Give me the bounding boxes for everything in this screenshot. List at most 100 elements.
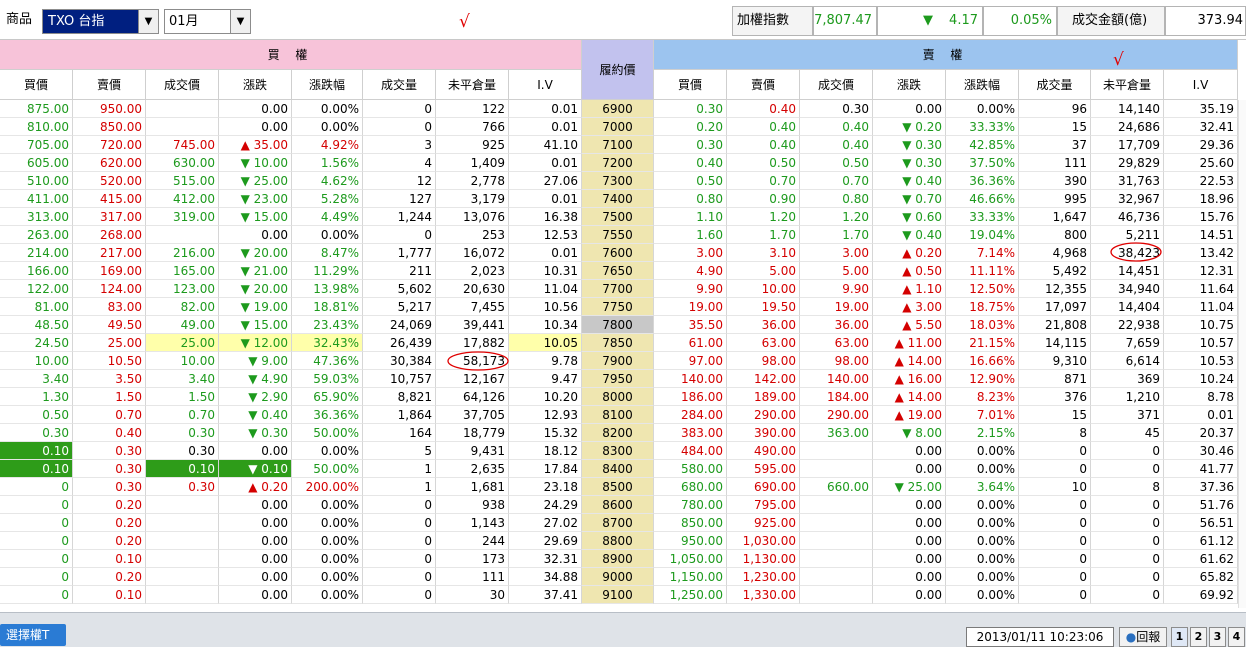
call-col-header-volume[interactable]: 成交量 <box>363 70 436 100</box>
put-volume[interactable]: 390 <box>1019 172 1091 190</box>
call-change[interactable]: ▼ 20.00 <box>219 280 292 298</box>
put-volume[interactable]: 0 <box>1019 442 1091 460</box>
page-2-button[interactable]: 2 <box>1190 627 1207 647</box>
call-open-interest[interactable]: 18,779 <box>436 424 509 442</box>
call-change[interactable]: 0.00 <box>219 442 292 460</box>
put-change-pct[interactable]: 0.00% <box>946 496 1019 514</box>
call-iv[interactable]: 15.32 <box>509 424 582 442</box>
put-last[interactable]: 0.40 <box>800 136 873 154</box>
put-change-pct[interactable]: 0.00% <box>946 100 1019 118</box>
call-change-pct[interactable]: 13.98% <box>292 280 363 298</box>
call-change-pct[interactable]: 0.00% <box>292 586 363 604</box>
put-change-pct[interactable]: 11.11% <box>946 262 1019 280</box>
call-ask[interactable]: 83.00 <box>73 298 146 316</box>
put-last[interactable]: 3.00 <box>800 244 873 262</box>
put-iv[interactable]: 20.37 <box>1164 424 1238 442</box>
put-open-interest[interactable]: 0 <box>1091 460 1164 478</box>
put-volume[interactable]: 0 <box>1019 568 1091 586</box>
call-last[interactable]: 216.00 <box>146 244 219 262</box>
call-change-pct[interactable]: 36.36% <box>292 406 363 424</box>
call-last[interactable] <box>146 586 219 604</box>
put-iv[interactable]: 10.57 <box>1164 334 1238 352</box>
call-ask[interactable]: 217.00 <box>73 244 146 262</box>
call-ask[interactable]: 0.30 <box>73 442 146 460</box>
put-change-pct[interactable]: 21.15% <box>946 334 1019 352</box>
call-open-interest[interactable]: 17,882 <box>436 334 509 352</box>
call-volume[interactable]: 1,777 <box>363 244 436 262</box>
put-bid[interactable]: 950.00 <box>654 532 727 550</box>
call-open-interest[interactable]: 173 <box>436 550 509 568</box>
call-last[interactable]: 515.00 <box>146 172 219 190</box>
put-bid[interactable]: 1,250.00 <box>654 586 727 604</box>
call-change[interactable]: ▼ 4.90 <box>219 370 292 388</box>
call-change[interactable]: ▲ 0.20 <box>219 478 292 496</box>
put-open-interest[interactable]: 1,210 <box>1091 388 1164 406</box>
put-bid[interactable]: 1,050.00 <box>654 550 727 568</box>
put-volume[interactable]: 800 <box>1019 226 1091 244</box>
call-volume[interactable]: 0 <box>363 514 436 532</box>
call-ask[interactable]: 10.50 <box>73 352 146 370</box>
put-change-pct[interactable]: 0.00% <box>946 442 1019 460</box>
put-ask[interactable]: 0.70 <box>727 172 800 190</box>
put-bid[interactable]: 97.00 <box>654 352 727 370</box>
put-volume[interactable]: 10 <box>1019 478 1091 496</box>
call-open-interest[interactable]: 2,635 <box>436 460 509 478</box>
put-volume[interactable]: 0 <box>1019 496 1091 514</box>
call-volume[interactable]: 10,757 <box>363 370 436 388</box>
put-open-interest[interactable]: 6,614 <box>1091 352 1164 370</box>
call-iv[interactable]: 11.04 <box>509 280 582 298</box>
call-ask[interactable]: 0.70 <box>73 406 146 424</box>
call-last[interactable]: 0.30 <box>146 442 219 460</box>
put-iv[interactable]: 51.76 <box>1164 496 1238 514</box>
put-change-pct[interactable]: 7.01% <box>946 406 1019 424</box>
put-col-header-open-interest[interactable]: 未平倉量 <box>1091 70 1164 100</box>
put-iv[interactable]: 69.92 <box>1164 586 1238 604</box>
call-change-pct[interactable]: 0.00% <box>292 100 363 118</box>
call-iv[interactable]: 0.01 <box>509 190 582 208</box>
put-iv[interactable]: 12.31 <box>1164 262 1238 280</box>
call-last[interactable]: 745.00 <box>146 136 219 154</box>
put-iv[interactable]: 0.01 <box>1164 406 1238 424</box>
put-open-interest[interactable]: 5,211 <box>1091 226 1164 244</box>
call-open-interest[interactable]: 13,076 <box>436 208 509 226</box>
call-change[interactable]: ▼ 10.00 <box>219 154 292 172</box>
call-change[interactable]: ▼ 0.30 <box>219 424 292 442</box>
put-last[interactable]: 363.00 <box>800 424 873 442</box>
put-iv[interactable]: 61.12 <box>1164 532 1238 550</box>
put-ask[interactable]: 0.50 <box>727 154 800 172</box>
call-change-pct[interactable]: 0.00% <box>292 442 363 460</box>
call-iv[interactable]: 16.38 <box>509 208 582 226</box>
call-ask[interactable]: 3.50 <box>73 370 146 388</box>
put-col-header-bid[interactable]: 買價 <box>654 70 727 100</box>
put-bid[interactable]: 61.00 <box>654 334 727 352</box>
put-change[interactable]: 0.00 <box>873 550 946 568</box>
call-last[interactable] <box>146 532 219 550</box>
put-change-pct[interactable]: 36.36% <box>946 172 1019 190</box>
call-ask[interactable]: 0.10 <box>73 550 146 568</box>
call-last[interactable]: 49.00 <box>146 316 219 334</box>
put-bid[interactable]: 0.40 <box>654 154 727 172</box>
call-volume[interactable]: 5,217 <box>363 298 436 316</box>
put-change-pct[interactable]: 7.14% <box>946 244 1019 262</box>
call-volume[interactable]: 0 <box>363 496 436 514</box>
put-volume[interactable]: 12,355 <box>1019 280 1091 298</box>
call-open-interest[interactable]: 244 <box>436 532 509 550</box>
call-change-pct[interactable]: 0.00% <box>292 532 363 550</box>
put-bid[interactable]: 383.00 <box>654 424 727 442</box>
put-bid[interactable]: 284.00 <box>654 406 727 424</box>
put-col-header-change[interactable]: 漲跌 <box>873 70 946 100</box>
put-ask[interactable]: 925.00 <box>727 514 800 532</box>
call-iv[interactable]: 23.18 <box>509 478 582 496</box>
call-ask[interactable]: 0.40 <box>73 424 146 442</box>
put-bid[interactable]: 580.00 <box>654 460 727 478</box>
put-last[interactable] <box>800 586 873 604</box>
put-change-pct[interactable]: 0.00% <box>946 586 1019 604</box>
call-ask[interactable]: 49.50 <box>73 316 146 334</box>
put-change[interactable]: 0.00 <box>873 568 946 586</box>
call-ask[interactable]: 268.00 <box>73 226 146 244</box>
call-last[interactable]: 25.00 <box>146 334 219 352</box>
call-iv[interactable]: 10.56 <box>509 298 582 316</box>
report-button[interactable]: ●回報 <box>1119 627 1167 647</box>
put-last[interactable]: 140.00 <box>800 370 873 388</box>
put-ask[interactable]: 1,030.00 <box>727 532 800 550</box>
